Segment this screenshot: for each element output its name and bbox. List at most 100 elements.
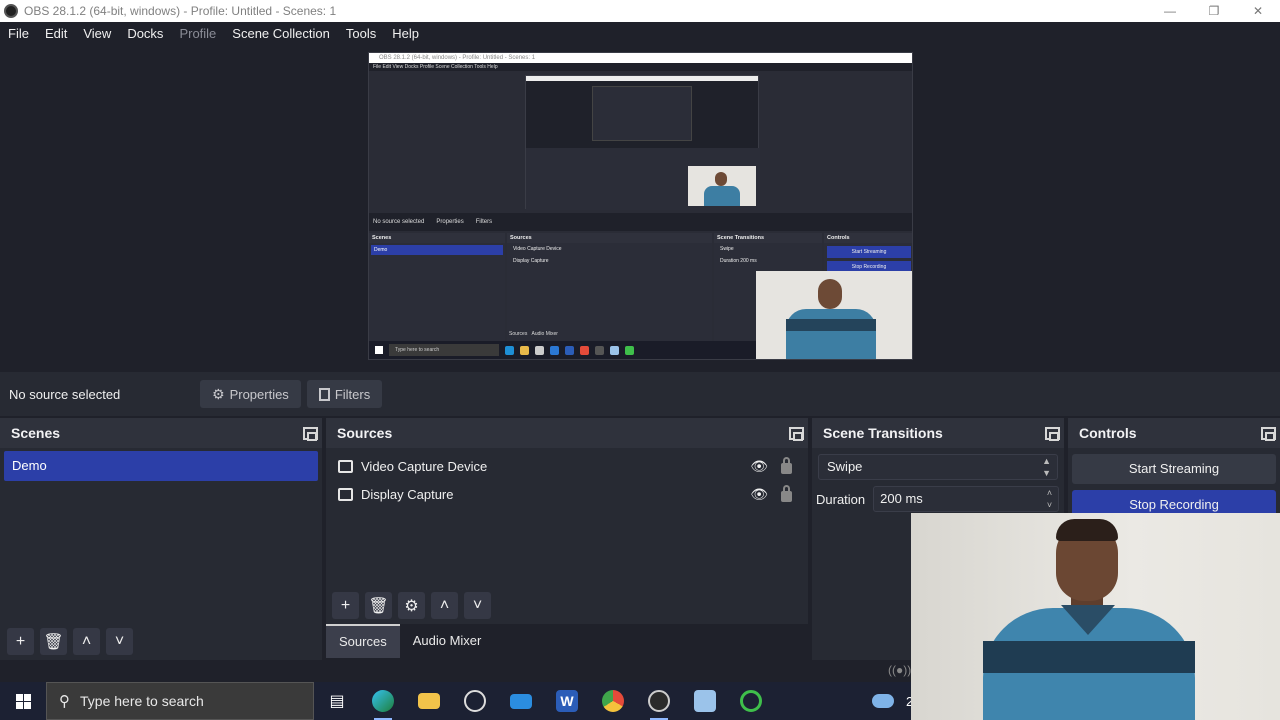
start-streaming-button[interactable]: Start Streaming: [1072, 454, 1276, 484]
obs-button[interactable]: [636, 682, 682, 720]
restore-button[interactable]: ❐: [1192, 0, 1236, 22]
menu-edit[interactable]: Edit: [37, 26, 75, 41]
monitor-icon: [338, 487, 353, 501]
webcam-overlay: [911, 513, 1280, 720]
search-placeholder: Type here to search: [80, 693, 204, 709]
move-source-up-button[interactable]: ˄: [431, 592, 458, 619]
folder-icon: [418, 693, 440, 709]
scenes-toolbar: + 🗑 ˄ ˅: [7, 628, 133, 655]
edge-button[interactable]: [360, 682, 406, 720]
network-icon: ((●)): [888, 663, 912, 677]
cube-icon: [694, 690, 716, 712]
source-properties-button[interactable]: ⚙: [398, 592, 425, 619]
app-ring-button[interactable]: [728, 682, 774, 720]
close-button[interactable]: ✕: [1236, 0, 1280, 22]
menu-view[interactable]: View: [75, 26, 119, 41]
source-label: Display Capture: [361, 486, 454, 502]
remove-source-button[interactable]: 🗑: [365, 592, 392, 619]
trash-icon: 🗑: [368, 597, 389, 615]
filter-icon: [318, 387, 330, 401]
window-title: OBS 28.1.2 (64-bit, windows) - Profile: …: [24, 4, 337, 18]
move-scene-down-button[interactable]: ˅: [106, 628, 133, 655]
plus-icon: +: [340, 596, 351, 614]
taskbar-search[interactable]: ⚲ Type here to search: [46, 682, 314, 720]
source-item-video-capture[interactable]: Video Capture Device 👁: [326, 452, 808, 480]
menu-help[interactable]: Help: [384, 26, 427, 41]
add-scene-button[interactable]: +: [7, 628, 34, 655]
tab-sources[interactable]: Sources: [326, 624, 400, 658]
chevron-down-icon: ˅: [472, 596, 483, 614]
chevron-down-icon: ˅: [114, 632, 125, 650]
visibility-eye-icon[interactable]: 👁: [750, 458, 768, 475]
spin-arrows-icon[interactable]: ˄ ˅: [1047, 487, 1052, 511]
source-item-display-capture[interactable]: Display Capture 👁: [326, 480, 808, 508]
move-source-down-button[interactable]: ˅: [464, 592, 491, 619]
updown-arrow-icon: ▲ ▼: [1042, 456, 1051, 478]
word-button[interactable]: W: [544, 682, 590, 720]
sources-toolbar: + 🗑 ⚙ ˄ ˅: [332, 592, 491, 619]
task-view-button[interactable]: ▤: [314, 682, 360, 720]
lock-icon[interactable]: [781, 457, 792, 474]
dell-button[interactable]: [452, 682, 498, 720]
app-cube-button[interactable]: [682, 682, 728, 720]
lock-icon[interactable]: [781, 485, 792, 502]
no-source-label: No source selected: [9, 386, 121, 402]
duration-label: Duration: [816, 491, 866, 507]
chevron-up-icon: ˄: [439, 596, 450, 614]
menu-docks[interactable]: Docks: [119, 26, 171, 41]
menu-profile[interactable]: Profile: [171, 26, 224, 41]
dell-icon: [464, 690, 486, 712]
chrome-icon: [602, 690, 624, 712]
menu-tools[interactable]: Tools: [338, 26, 384, 41]
filters-label: Filters: [334, 386, 371, 402]
filters-button[interactable]: Filters: [306, 380, 383, 408]
transition-select[interactable]: Swipe ▲ ▼: [818, 454, 1058, 480]
remove-scene-button[interactable]: 🗑: [40, 628, 67, 655]
preview-nested-mini: [592, 86, 692, 141]
transition-value: Swipe: [827, 459, 863, 474]
scene-item-demo[interactable]: Demo: [4, 451, 318, 481]
undock-icon[interactable]: [1261, 426, 1276, 441]
move-scene-up-button[interactable]: ˄: [73, 628, 100, 655]
mail-icon: [510, 693, 532, 709]
undock-icon[interactable]: [303, 426, 318, 441]
preview-menu: File Edit View Docks Profile Scene Colle…: [369, 63, 912, 71]
menu-scene-collection[interactable]: Scene Collection: [224, 26, 338, 41]
tab-audio-mixer[interactable]: Audio Mixer: [400, 624, 495, 658]
ring-icon: [740, 690, 762, 712]
camera-icon: [338, 459, 353, 473]
preview-source-bar: No source selected Properties Filters: [369, 213, 912, 231]
preview-nested-window: [525, 75, 760, 210]
duration-row: Duration 200 ms ˄ ˅: [816, 486, 1060, 512]
mail-button[interactable]: [498, 682, 544, 720]
word-icon: W: [556, 690, 578, 712]
start-button[interactable]: [0, 682, 46, 720]
properties-label: Properties: [229, 386, 289, 402]
obs-logo-icon: [4, 4, 18, 18]
preview-canvas[interactable]: OBS 28.1.2 (64-bit, windows) - Profile: …: [368, 52, 913, 360]
source-bar: No source selected ⚙ Properties Filters: [0, 372, 1280, 416]
obs-icon: [648, 690, 670, 712]
onedrive-tray-button[interactable]: [860, 682, 906, 720]
chrome-button[interactable]: [590, 682, 636, 720]
search-icon: ⚲: [59, 693, 70, 710]
scenes-dock: Scenes Demo: [0, 418, 322, 660]
undock-icon[interactable]: [1045, 426, 1060, 441]
duration-spinbox[interactable]: 200 ms ˄ ˅: [873, 486, 1060, 512]
gear-icon: ⚙: [404, 597, 419, 615]
sources-title: Sources: [337, 425, 393, 441]
menu-bar: File Edit View Docks Profile Scene Colle…: [0, 22, 1280, 44]
file-explorer-button[interactable]: [406, 682, 452, 720]
visibility-eye-icon[interactable]: 👁: [750, 486, 768, 503]
preview-webcam: [756, 271, 912, 359]
transitions-title: Scene Transitions: [823, 425, 943, 441]
menu-file[interactable]: File: [0, 26, 37, 41]
add-source-button[interactable]: +: [332, 592, 359, 619]
plus-icon: +: [15, 632, 26, 650]
scenes-title: Scenes: [11, 425, 61, 441]
undock-icon[interactable]: [789, 426, 804, 441]
duration-value: 200 ms: [880, 491, 923, 506]
minimize-button[interactable]: —: [1148, 0, 1192, 22]
preview-nested-person: [688, 166, 756, 206]
properties-button[interactable]: ⚙ Properties: [200, 380, 301, 408]
